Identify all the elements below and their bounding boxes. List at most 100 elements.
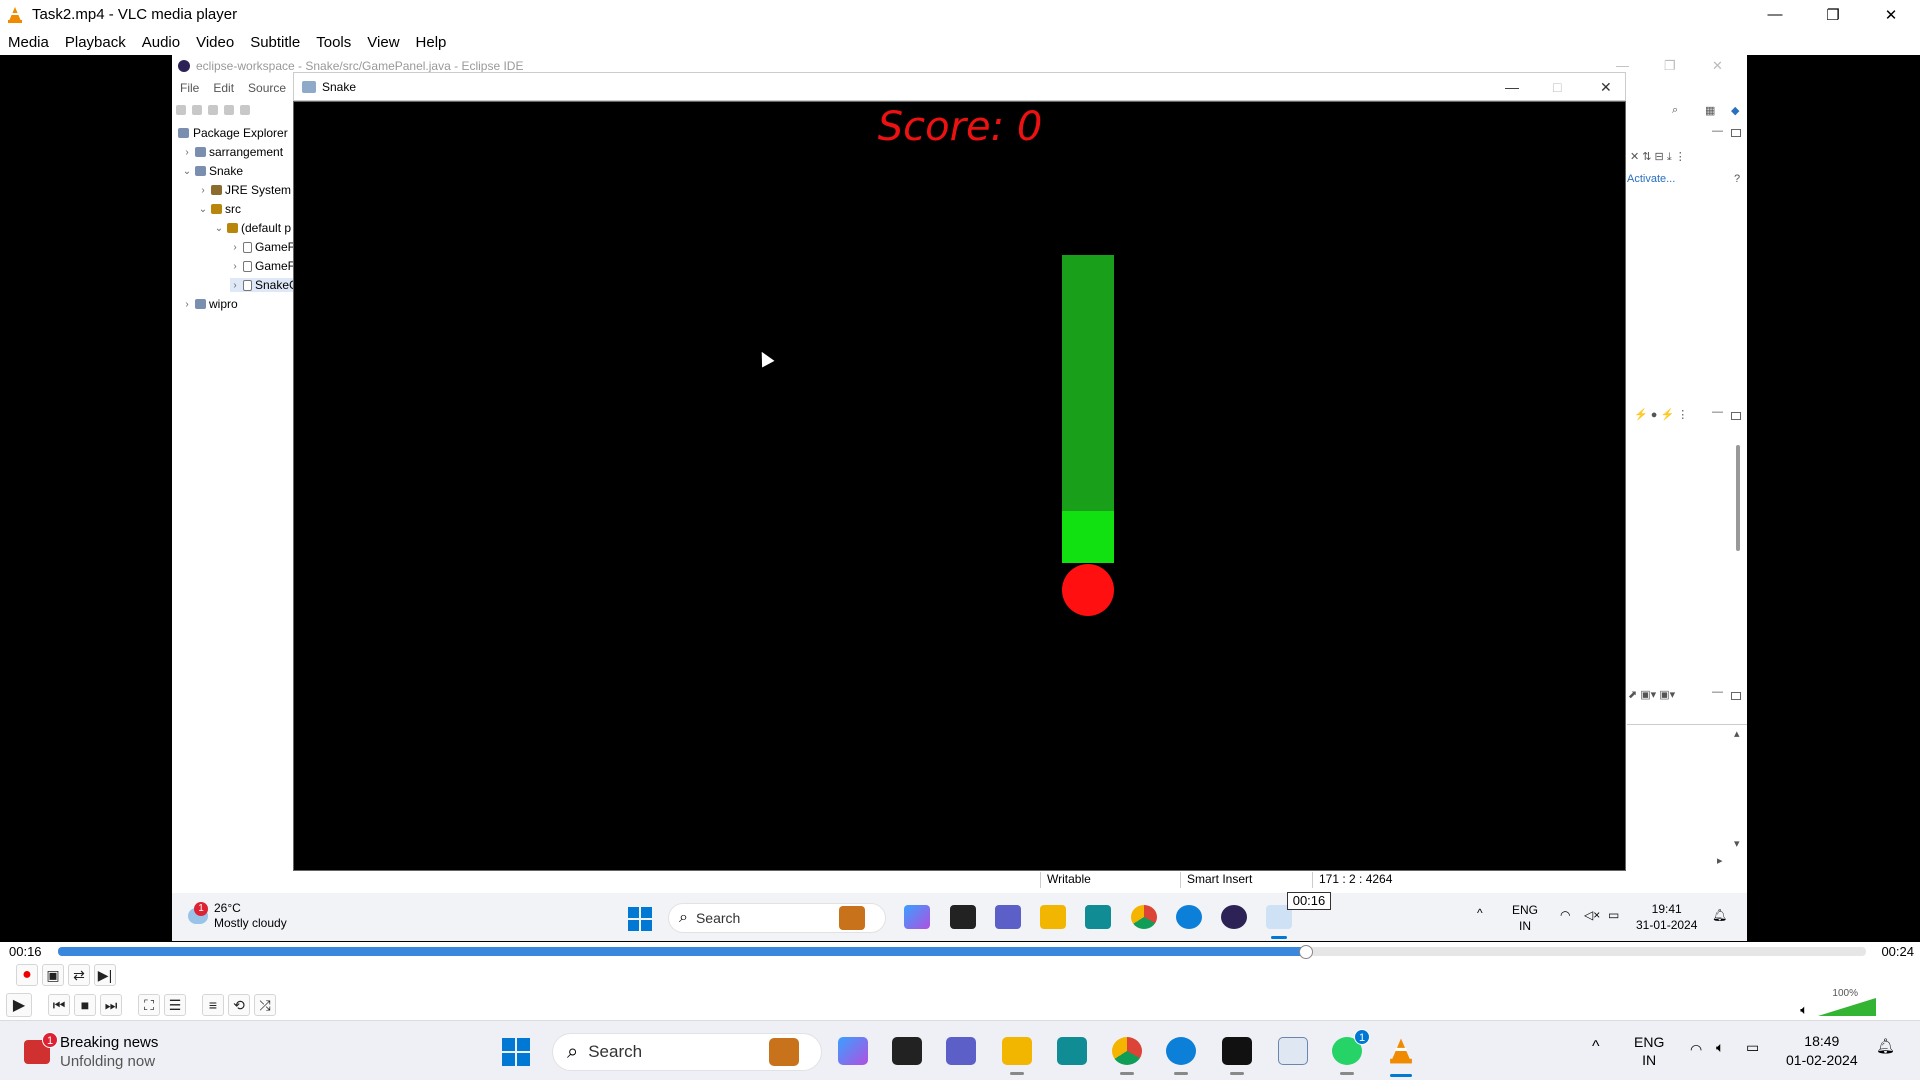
eclipse-menu-file[interactable]: File [172, 81, 205, 95]
vlc-taskbar-icon[interactable] [1387, 1035, 1415, 1067]
playlist-button[interactable]: ≡ [202, 994, 224, 1016]
console-toolbar-icon[interactable]: ⬈ ▣▾ ▣▾ [1628, 688, 1675, 701]
eclipse-menu-source[interactable]: Source [240, 81, 292, 95]
snapshot-icon[interactable]: ▣ [42, 964, 64, 986]
notification-bell-icon[interactable]: 🔔︎ [1876, 1039, 1895, 1055]
fullscreen-button[interactable]: ⛶ [138, 994, 160, 1016]
loop-button[interactable]: ⟲ [228, 994, 250, 1016]
tree-twisty-icon[interactable]: › [230, 242, 240, 253]
shuffle-button[interactable]: ⤮ [254, 994, 276, 1016]
intellij-icon[interactable] [1222, 1037, 1252, 1065]
tree-item[interactable]: › wipro [182, 297, 237, 311]
panel2-minimize-icon[interactable]: — [1712, 406, 1723, 418]
notification-bell-icon[interactable]: 🔔︎ [1712, 907, 1727, 923]
menu-media[interactable]: Media [0, 34, 57, 51]
teams-icon[interactable] [995, 905, 1021, 929]
scroll-right-icon[interactable]: ▸ [1717, 854, 1723, 867]
debug-toolbar-icon[interactable]: ⚡ ● ⚡ ⋮ [1634, 408, 1688, 421]
speaker-icon[interactable]: 🔈︎ [1800, 1002, 1808, 1018]
arduino-icon[interactable] [1057, 1037, 1087, 1065]
tree-item[interactable]: ⌄ (default p [214, 221, 291, 235]
battery-icon[interactable]: ▭ [1608, 907, 1619, 923]
tree-twisty-icon[interactable]: › [230, 261, 240, 272]
teams-icon[interactable] [946, 1037, 976, 1065]
next-button[interactable]: ⏭ [100, 994, 122, 1016]
tree-item[interactable]: › SnakeG [230, 278, 299, 292]
chrome-icon[interactable] [1131, 905, 1157, 929]
start-windows-icon[interactable] [628, 907, 652, 931]
app-icon[interactable] [892, 1037, 922, 1065]
file-explorer-icon[interactable] [1002, 1037, 1032, 1065]
menu-playback[interactable]: Playback [57, 34, 134, 51]
scroll-up-icon[interactable]: ▴ [1734, 727, 1740, 740]
outline-toolbar-icon[interactable]: ✕ ⇅ ⊟ ⤓ ⋮ [1630, 150, 1686, 164]
seek-handle[interactable] [1298, 945, 1313, 959]
panel3-minimize-icon[interactable]: — [1712, 686, 1723, 698]
menu-video[interactable]: Video [188, 34, 242, 51]
close-button[interactable]: ✕ [1862, 0, 1920, 29]
mute-icon[interactable]: ◁× [1584, 907, 1600, 923]
copilot-icon[interactable] [904, 905, 930, 929]
tree-twisty-icon[interactable]: › [230, 280, 240, 291]
file-explorer-icon[interactable] [1040, 905, 1066, 929]
play-button[interactable]: ▶ [6, 993, 32, 1017]
menu-subtitle[interactable]: Subtitle [242, 34, 308, 51]
tree-item[interactable]: › GameF [230, 259, 295, 273]
tray-language[interactable]: ENG IN [1512, 902, 1538, 934]
tree-item[interactable]: › JRE System L [198, 183, 301, 197]
tray-language[interactable]: ENG IN [1634, 1033, 1664, 1069]
loop-ab-icon[interactable]: ⇄ [68, 964, 90, 986]
panel2-maximize-icon[interactable] [1731, 412, 1741, 420]
panel3-maximize-icon[interactable] [1731, 692, 1741, 700]
snake-maximize-button[interactable]: □ [1553, 79, 1561, 95]
panel-scrollbar[interactable] [1736, 445, 1740, 551]
menu-tools[interactable]: Tools [308, 34, 359, 51]
seek-bar[interactable] [58, 947, 1866, 956]
tray-chevron-icon[interactable]: ^ [1477, 905, 1483, 921]
volume-slider[interactable]: 100% [1816, 988, 1876, 1016]
menu-view[interactable]: View [359, 34, 407, 51]
edge-icon[interactable] [1166, 1037, 1196, 1065]
virtualbox-icon[interactable] [1278, 1037, 1308, 1065]
tree-twisty-icon[interactable]: ⌄ [198, 204, 208, 215]
previous-button[interactable]: ⏮ [48, 994, 70, 1016]
menu-audio[interactable]: Audio [134, 34, 188, 51]
snake-close-button[interactable]: ✕ [1600, 79, 1612, 96]
start-windows-icon[interactable] [502, 1038, 530, 1066]
scroll-down-icon[interactable]: ▾ [1734, 837, 1740, 850]
menu-help[interactable]: Help [408, 34, 455, 51]
maximize-button[interactable]: ❐ [1804, 0, 1862, 29]
tree-twisty-icon[interactable]: › [182, 299, 192, 310]
taskbar-search-box[interactable]: ⌕ Search [668, 903, 886, 933]
app-icon[interactable] [950, 905, 976, 929]
tree-item[interactable]: ⌄ src [198, 202, 241, 216]
tray-chevron-icon[interactable]: ^ [1592, 1039, 1600, 1055]
edge-icon[interactable] [1176, 905, 1202, 929]
weather-widget[interactable]: 1 26°C Mostly cloudy [188, 901, 287, 931]
stop-button[interactable]: ■ [74, 994, 96, 1016]
tray-clock[interactable]: 18:49 01-02-2024 [1786, 1032, 1858, 1070]
chrome-icon[interactable] [1112, 1037, 1142, 1065]
battery-icon[interactable]: ▭ [1746, 1039, 1759, 1055]
tray-clock[interactable]: 19:41 31-01-2024 [1636, 901, 1697, 933]
tree-item[interactable]: › GameF [230, 240, 295, 254]
minimize-button[interactable]: — [1746, 0, 1804, 29]
wifi-icon[interactable]: ◠ [1690, 1041, 1702, 1057]
tree-item[interactable]: ⌄ Snake [182, 164, 243, 178]
eclipse-taskbar-icon[interactable] [1221, 905, 1247, 929]
snake-minimize-button[interactable]: — [1505, 79, 1519, 95]
snake-game-canvas[interactable] [293, 101, 1626, 871]
record-button[interactable]: ● [16, 964, 38, 986]
tree-twisty-icon[interactable]: › [198, 185, 208, 196]
arduino-icon[interactable] [1085, 905, 1111, 929]
help-icon[interactable]: ? [1734, 173, 1740, 185]
activate-link[interactable]: Activate... [1627, 173, 1675, 185]
news-widget[interactable]: 1 Breaking news Unfolding now [24, 1032, 158, 1071]
wifi-icon[interactable]: ◠ [1560, 907, 1570, 923]
copilot-icon[interactable] [838, 1037, 868, 1065]
extended-settings-button[interactable]: ☰ [164, 994, 186, 1016]
taskbar-search-box[interactable]: ⌕ Search [552, 1033, 822, 1071]
volume-icon[interactable]: 🔈︎ [1716, 1039, 1724, 1055]
tree-twisty-icon[interactable]: ⌄ [182, 166, 192, 177]
whatsapp-icon[interactable]: 1 [1332, 1029, 1370, 1065]
